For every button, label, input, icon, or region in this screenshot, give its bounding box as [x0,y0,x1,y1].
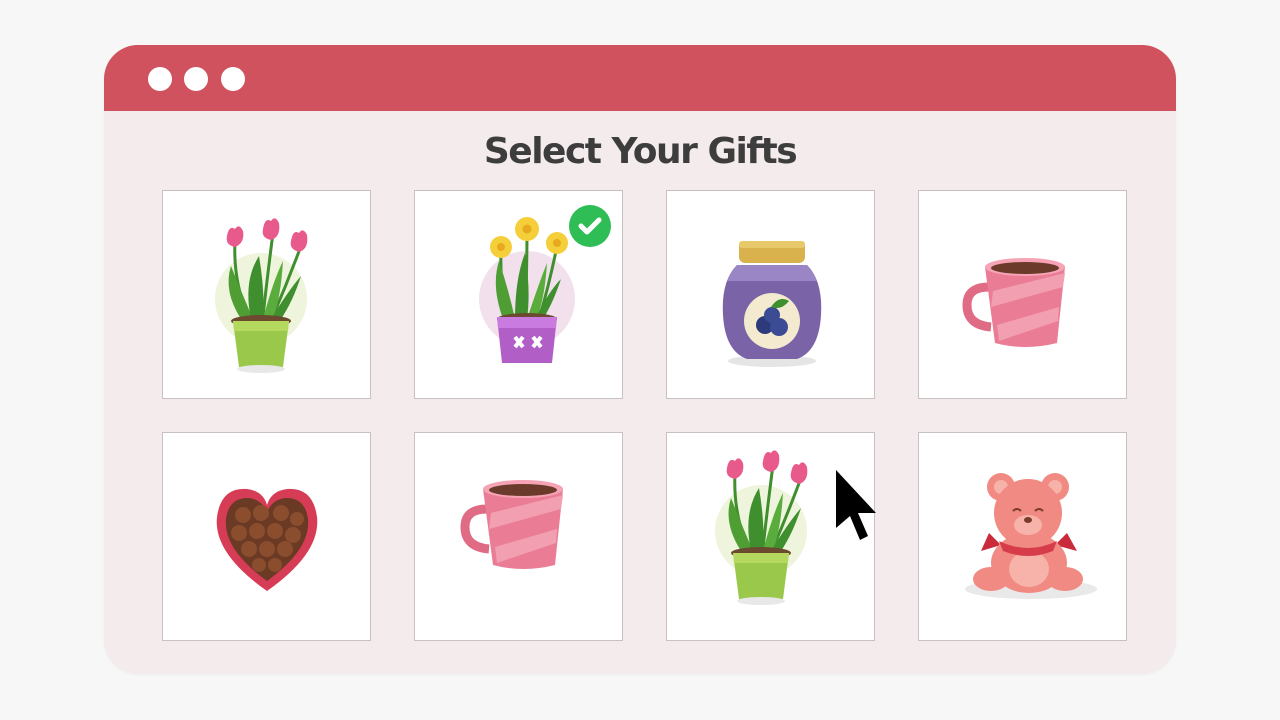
window-dot-2[interactable] [184,67,208,91]
gift-tile-pink-mug[interactable] [918,190,1127,399]
jam-jar-icon [722,241,822,367]
mouse-cursor-icon [836,470,876,540]
mug-icon [460,480,563,569]
page-title: Select Your Gifts [483,131,798,172]
gift-tile-teddy-bear[interactable] [918,432,1127,641]
gift-tile-blueberry-jam[interactable] [666,190,875,399]
mug-icon [962,258,1065,347]
heart-chocolate-box-icon [216,488,318,591]
teddy-bear-icon [965,473,1097,599]
selected-check-icon [569,205,611,247]
window-titlebar [104,45,1176,111]
gift-tile-chocolate-box[interactable] [162,432,371,641]
gift-tile-pink-mug-2[interactable] [414,432,623,641]
gift-tile-tulip-pot[interactable] [162,190,371,399]
tulip-pot-icon [215,218,308,373]
gift-tile-daffodil-pot[interactable] [414,190,623,399]
window-dot-3[interactable] [221,67,245,91]
window-dot-1[interactable] [148,67,172,91]
